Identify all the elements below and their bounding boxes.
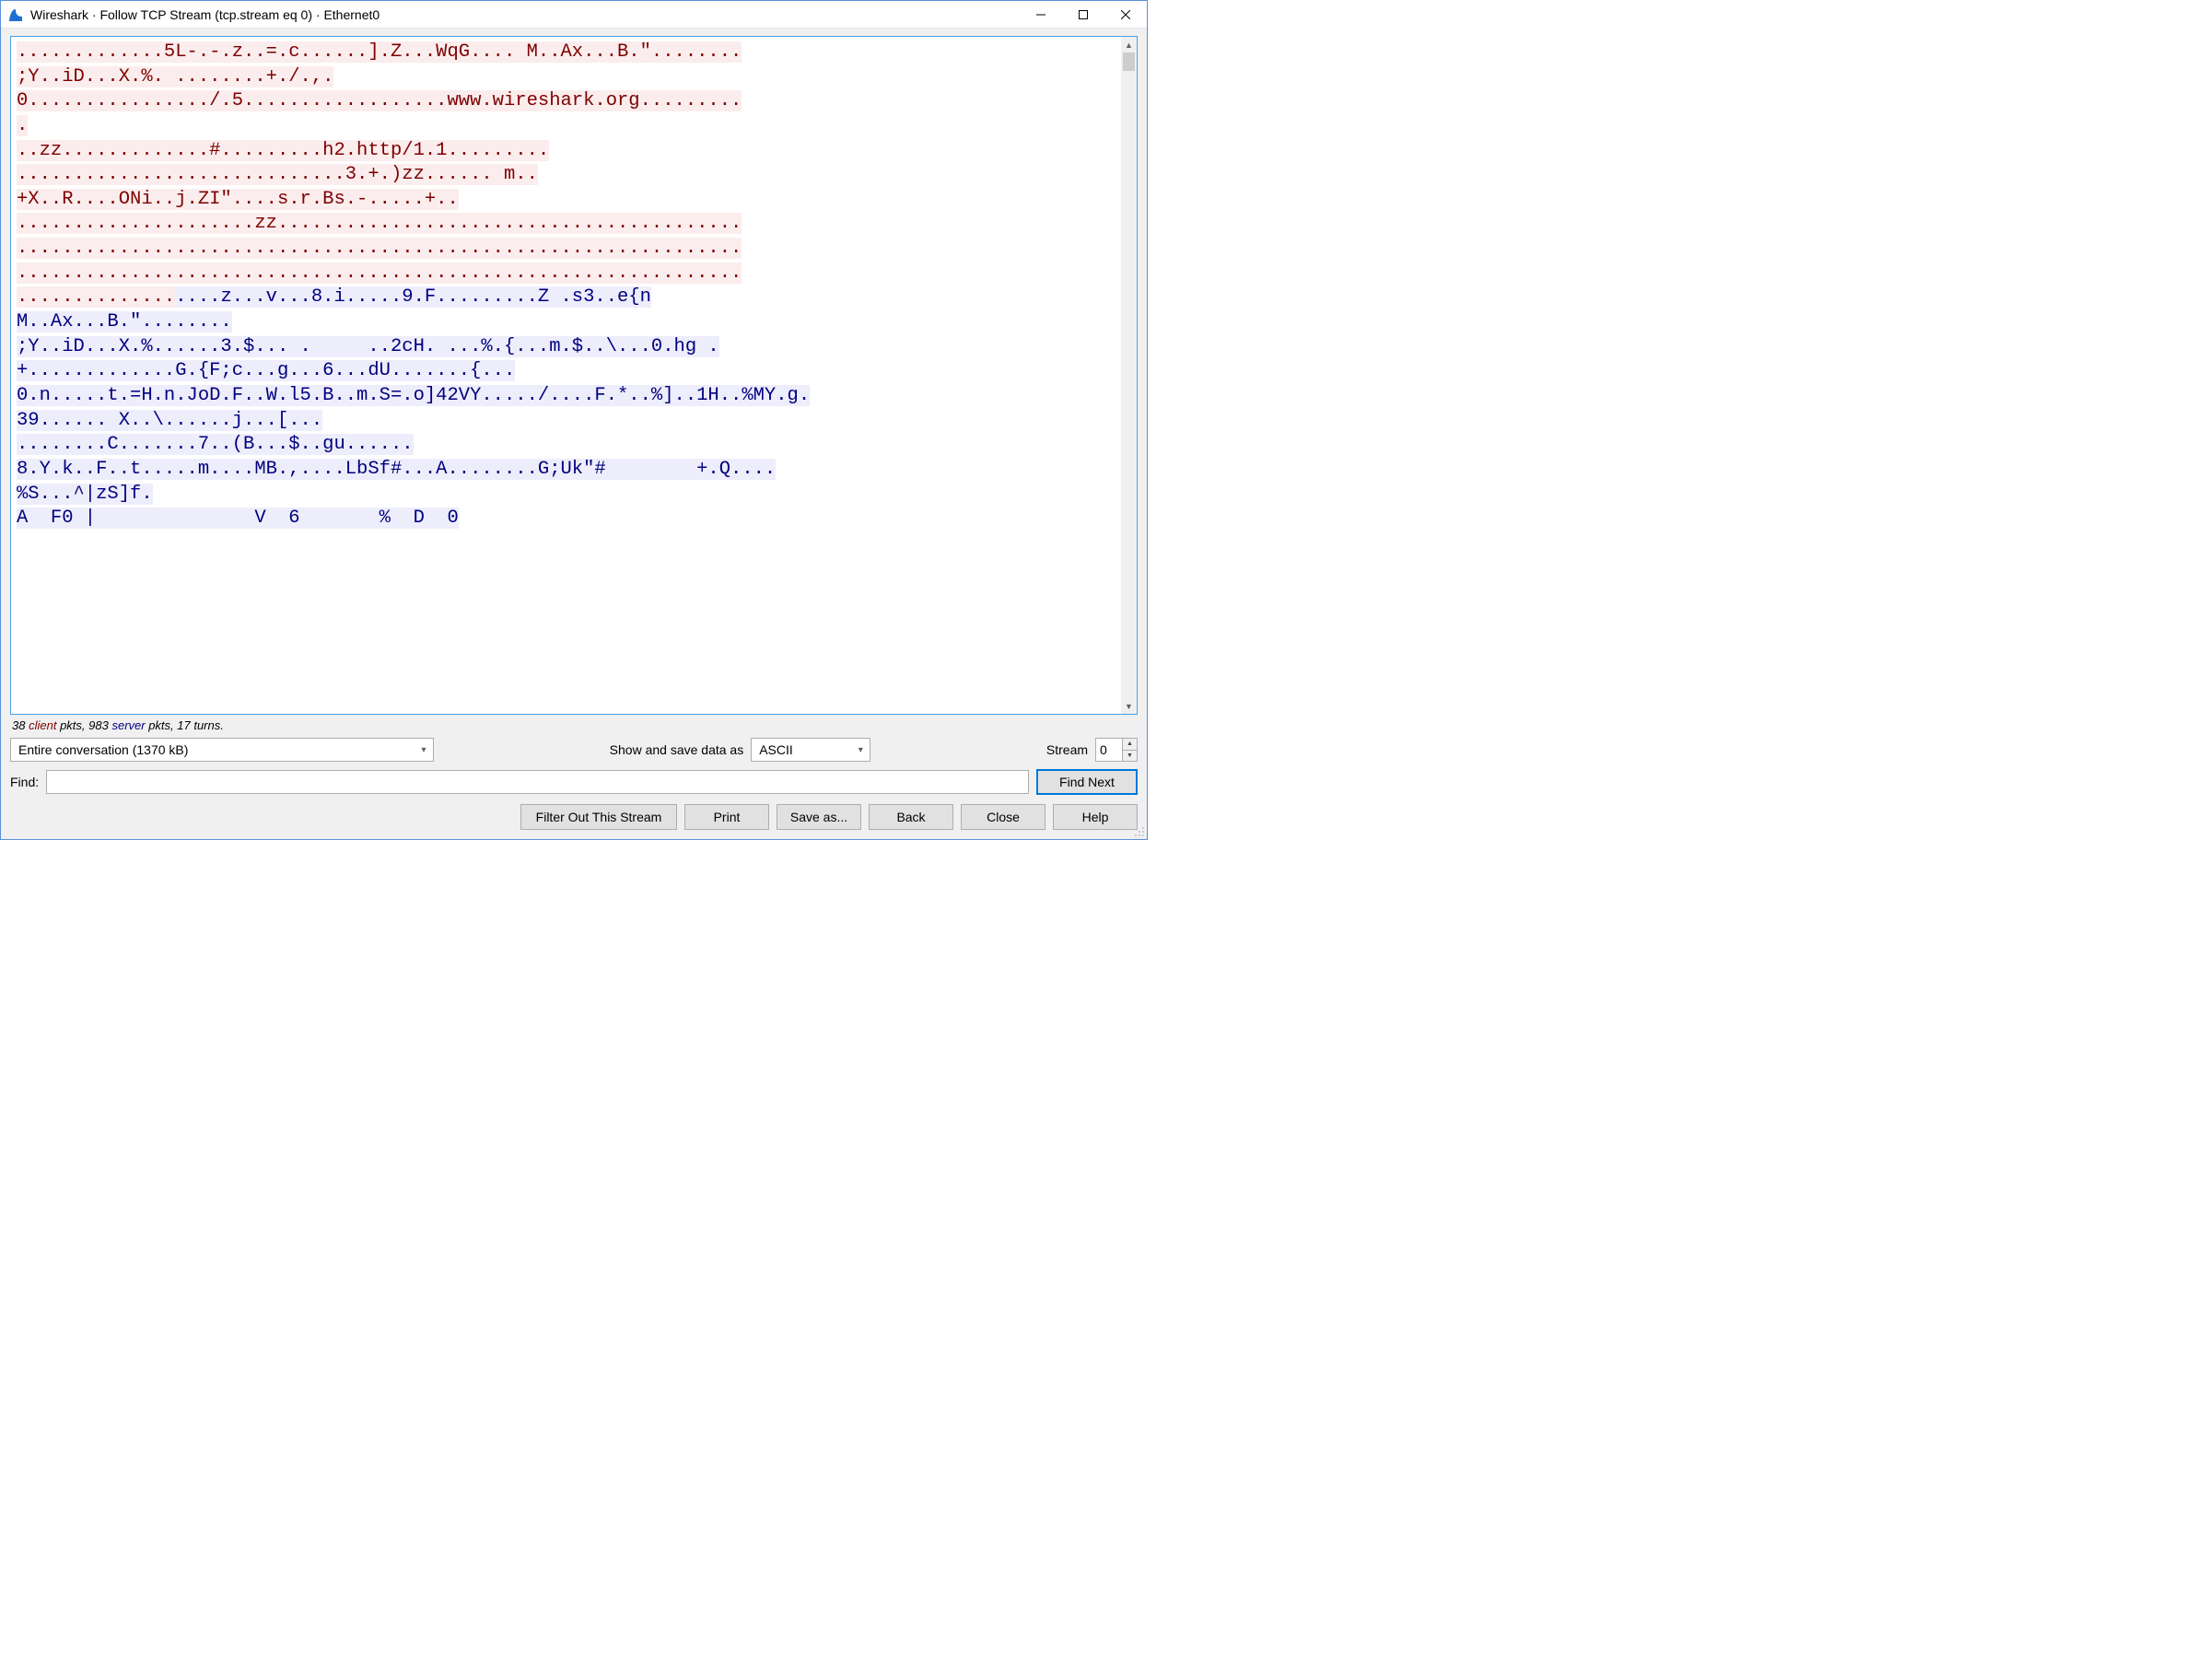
stats-tail: pkts, 17 turns. <box>146 718 224 732</box>
format-select-value: ASCII <box>752 742 800 757</box>
conversation-select[interactable]: Entire conversation (1370 kB) ▾ <box>10 738 434 762</box>
print-button[interactable]: Print <box>684 804 769 830</box>
help-button[interactable]: Help <box>1053 804 1138 830</box>
server-segment[interactable]: ....z...v...8.i.....9.F.........Z .s3..e… <box>17 286 810 529</box>
conversation-select-value: Entire conversation (1370 kB) <box>11 742 195 757</box>
find-next-button[interactable]: Find Next <box>1036 769 1138 795</box>
packet-stats: 38 client pkts, 983 server pkts, 17 turn… <box>10 715 1138 738</box>
close-window-button[interactable] <box>1104 1 1147 28</box>
save-as-button[interactable]: Save as... <box>777 804 861 830</box>
content-area: .............5L-.-.z..=.c......].Z...WqG… <box>1 29 1147 839</box>
stats-mid1: pkts, <box>56 718 88 732</box>
format-select[interactable]: ASCII ▾ <box>751 738 870 762</box>
window-title: Wireshark · Follow TCP Stream (tcp.strea… <box>30 7 1020 22</box>
stream-number-input[interactable] <box>1096 739 1122 761</box>
filter-out-stream-button[interactable]: Filter Out This Stream <box>520 804 677 830</box>
vertical-scrollbar[interactable]: ▲ ▼ <box>1121 37 1137 714</box>
client-segment[interactable]: 0................/.5..................ww… <box>17 90 742 136</box>
titlebar: Wireshark · Follow TCP Stream (tcp.strea… <box>1 1 1147 29</box>
find-row: Find: Find Next <box>10 769 1138 795</box>
scroll-down-arrow-icon[interactable]: ▼ <box>1121 698 1137 714</box>
client-segment[interactable]: .............5L-.-.z..=.c......].Z...WqG… <box>17 41 742 88</box>
spinner-down-icon[interactable]: ▼ <box>1123 751 1137 762</box>
client-pkt-count: 38 <box>12 718 25 732</box>
chevron-down-icon: ▾ <box>851 745 870 755</box>
client-segment[interactable]: ..zz.............#.........h2.http/1.1..… <box>17 140 549 210</box>
client-word: client <box>29 718 56 732</box>
wireshark-fin-icon <box>8 7 23 22</box>
minimize-button[interactable] <box>1020 1 1062 28</box>
stream-number-spinner[interactable]: ▲ ▼ <box>1095 738 1138 762</box>
find-input[interactable] <box>46 770 1029 794</box>
options-row: Entire conversation (1370 kB) ▾ Show and… <box>10 738 1138 762</box>
spinner-up-icon[interactable]: ▲ <box>1123 739 1137 751</box>
show-save-label: Show and save data as <box>610 742 744 757</box>
close-button[interactable]: Close <box>961 804 1045 830</box>
server-pkt-count: 983 <box>88 718 109 732</box>
scroll-thumb[interactable] <box>1123 52 1135 71</box>
stream-content-box[interactable]: .............5L-.-.z..=.c......].Z...WqG… <box>10 36 1138 715</box>
resize-grip-icon[interactable] <box>1132 824 1145 837</box>
dialog-button-row: Filter Out This Stream Print Save as... … <box>10 804 1138 830</box>
maximize-button[interactable] <box>1062 1 1104 28</box>
find-label: Find: <box>10 775 39 789</box>
window-controls <box>1020 1 1147 28</box>
server-word: server <box>111 718 145 732</box>
back-button[interactable]: Back <box>869 804 953 830</box>
scroll-up-arrow-icon[interactable]: ▲ <box>1121 37 1137 52</box>
stream-text[interactable]: .............5L-.-.z..=.c......].Z...WqG… <box>11 37 1121 714</box>
follow-stream-window: Wireshark · Follow TCP Stream (tcp.strea… <box>0 0 1148 840</box>
stream-label: Stream <box>1046 742 1088 757</box>
chevron-down-icon: ▾ <box>415 745 433 755</box>
